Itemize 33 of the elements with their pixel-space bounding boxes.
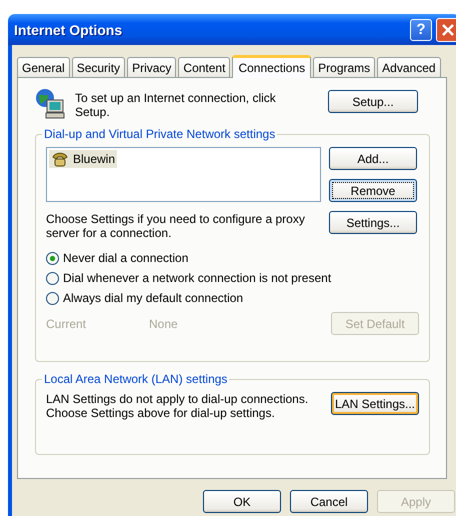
dialup-button[interactable]: Settings... (329, 211, 417, 234)
radio-label: Always dial my default connection (63, 291, 244, 305)
window-title: Internet Options (14, 22, 124, 38)
radio-button[interactable] (46, 292, 59, 304)
radio-label: Dial whenever a network connection is not present (63, 271, 332, 285)
dialog-button[interactable]: Cancel (290, 490, 368, 513)
group-legend: Dial-up and Virtual Private Network settings (42, 127, 278, 141)
tab[interactable]: Advanced (377, 57, 441, 77)
radio-button[interactable] (46, 252, 59, 264)
proxy-instructions: Choose Settings if you need to configure a proxy server for a connection. (46, 212, 306, 240)
dialog-button[interactable]: OK (203, 490, 281, 513)
globe-computer-icon (35, 88, 67, 120)
radio-button[interactable] (46, 272, 59, 284)
tab[interactable]: General (17, 57, 70, 77)
lan-instructions: LAN Settings do not apply to dial-up connections. Choose Settings above for dial-up settings. (46, 392, 310, 420)
tab[interactable]: Content (178, 57, 230, 77)
lan-settings-button[interactable]: LAN Settings... (331, 392, 419, 415)
tab[interactable]: Privacy (127, 57, 176, 77)
tab[interactable]: Security (72, 57, 126, 77)
close-icon[interactable] (436, 18, 456, 42)
dialup-button[interactable]: Remove (329, 179, 417, 202)
radio-label: Never dial a connection (63, 251, 188, 265)
tab[interactable]: Connections (232, 55, 312, 78)
dialup-button[interactable]: Add... (329, 147, 417, 170)
current-label: Current (46, 316, 88, 330)
connection-list[interactable]: Bluewin (46, 147, 321, 202)
group-legend: Local Area Network (LAN) settings (42, 372, 230, 386)
setup-instructions: To set up an Internet connection, click Setup. (75, 91, 277, 119)
telephone-icon (51, 151, 69, 167)
current-value: None (149, 316, 178, 330)
setup-button[interactable]: Setup... (328, 90, 418, 113)
help-button[interactable]: ? (410, 18, 432, 40)
tab[interactable]: Programs (313, 57, 376, 77)
